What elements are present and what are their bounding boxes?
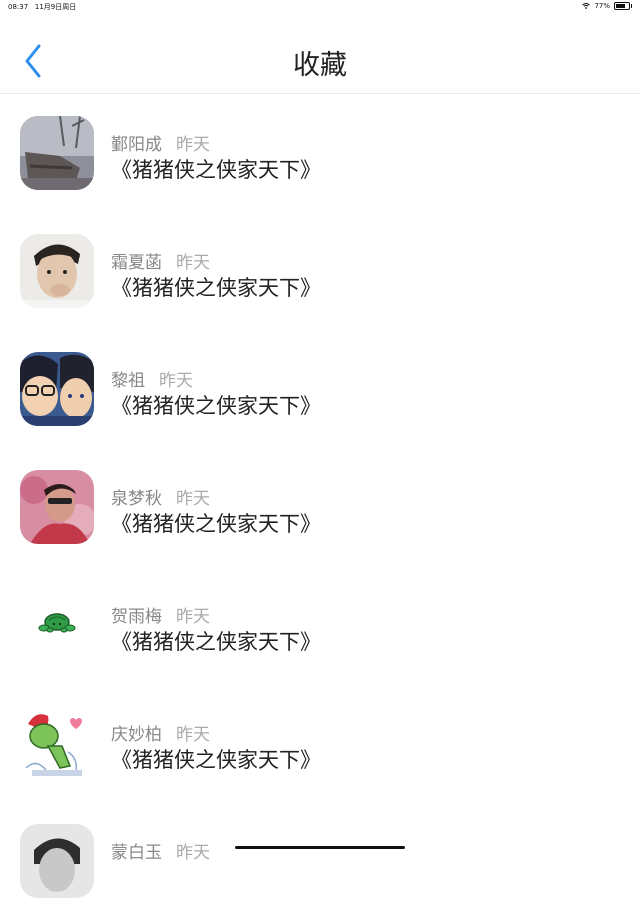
author-name: 鄞阳成 [111, 135, 162, 155]
avatar [20, 234, 94, 308]
status-time-date: 08:37 11月9日周日 [8, 2, 76, 12]
favorite-item[interactable]: 贺雨梅 昨天 《猪猪侠之侠家天下》 [0, 566, 640, 684]
favorite-meta: 霜夏菡 昨天 [111, 248, 210, 273]
avatar [20, 352, 94, 426]
status-time: 08:37 [8, 3, 29, 11]
favorite-date: 昨天 [176, 607, 210, 627]
avatar [20, 824, 94, 898]
page-title: 收藏 [293, 50, 347, 81]
battery-fill [616, 4, 626, 8]
author-name: 黎祖 [111, 371, 145, 391]
author-name: 蒙白玉 [111, 843, 162, 863]
favorite-date: 昨天 [176, 135, 210, 155]
nav-bar: 收藏 [0, 15, 640, 94]
status-right: 77% [582, 2, 632, 10]
favorite-date: 昨天 [176, 725, 210, 745]
favorite-date: 昨天 [176, 843, 210, 863]
status-date: 11月9日周日 [34, 3, 77, 11]
author-name: 泉梦秋 [111, 489, 162, 509]
author-name: 霜夏菡 [111, 253, 162, 273]
favorite-title: 《猪猪侠之侠家天下》 [111, 748, 321, 772]
avatar [20, 470, 94, 544]
favorite-meta: 鄞阳成 昨天 [111, 130, 210, 155]
favorites-list: 鄞阳成 昨天 《猪猪侠之侠家天下》 霜夏菡 昨天 《猪猪侠之侠家天下》 黎祖 昨… [0, 94, 640, 920]
battery-percent: 77% [594, 2, 610, 10]
favorite-item[interactable]: 鄞阳成 昨天 《猪猪侠之侠家天下》 [0, 94, 640, 212]
favorite-meta: 庆妙柏 昨天 [111, 720, 210, 745]
favorite-item[interactable]: 庆妙柏 昨天 《猪猪侠之侠家天下》 [0, 684, 640, 802]
author-name: 贺雨梅 [111, 607, 162, 627]
status-bar: 08:37 11月9日周日 77% [0, 0, 640, 14]
favorite-title: 《猪猪侠之侠家天下》 [111, 158, 321, 182]
favorite-date: 昨天 [176, 489, 210, 509]
favorite-meta: 黎祖 昨天 [111, 366, 193, 391]
favorite-title: 《猪猪侠之侠家天下》 [111, 276, 321, 300]
favorite-title: 《猪猪侠之侠家天下》 [111, 512, 321, 536]
favorite-item[interactable]: 泉梦秋 昨天 《猪猪侠之侠家天下》 [0, 448, 640, 566]
favorite-date: 昨天 [159, 371, 193, 391]
favorite-meta: 蒙白玉 昨天 [111, 838, 210, 863]
favorite-meta: 泉梦秋 昨天 [111, 484, 210, 509]
avatar [20, 116, 94, 190]
battery-icon [614, 2, 632, 10]
favorite-title: 《猪猪侠之侠家天下》 [111, 394, 321, 418]
home-indicator[interactable] [235, 846, 405, 849]
wifi-icon [582, 3, 591, 9]
favorite-item[interactable]: 霜夏菡 昨天 《猪猪侠之侠家天下》 [0, 212, 640, 330]
favorite-item[interactable]: 黎祖 昨天 《猪猪侠之侠家天下》 [0, 330, 640, 448]
favorite-meta: 贺雨梅 昨天 [111, 602, 210, 627]
favorite-date: 昨天 [176, 253, 210, 273]
favorite-item[interactable]: 蒙白玉 昨天 [0, 802, 640, 920]
favorite-title: 《猪猪侠之侠家天下》 [111, 630, 321, 654]
author-name: 庆妙柏 [111, 725, 162, 745]
avatar [20, 588, 94, 662]
avatar [20, 706, 94, 780]
